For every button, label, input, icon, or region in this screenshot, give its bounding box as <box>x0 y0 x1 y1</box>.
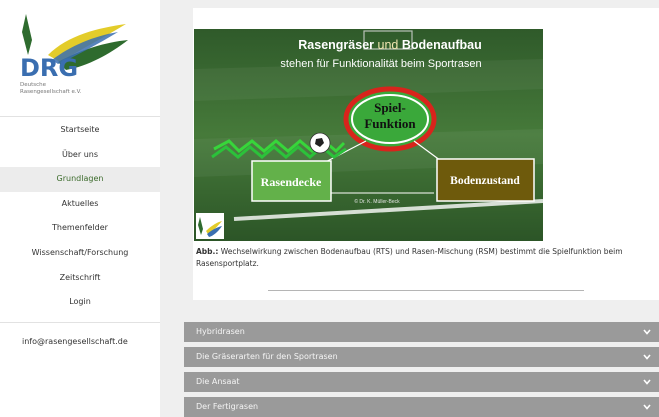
contact-email-link[interactable]: info@rasengesellschaft.de <box>22 337 128 346</box>
logo-org-line2: Rasengesellschaft e.V. <box>20 89 82 95</box>
logo-subtitle: Deutsche Rasengesellschaft e.V. <box>20 82 110 96</box>
accordion-hybridrasen[interactable]: Hybridrasen <box>184 322 659 342</box>
right-box-label: Bodenzustand <box>450 175 520 187</box>
sidebar: DRG Deutsche Rasengesellschaft e.V. Star… <box>0 0 160 417</box>
figure-image: Rasengräser und Bodenaufbau stehen für F… <box>194 29 543 241</box>
accordion-label: Hybridrasen <box>196 327 245 336</box>
accordion-graeserarten[interactable]: Die Gräserarten für den Sportrasen <box>184 347 659 367</box>
center-label-1: Spiel- <box>374 100 406 115</box>
accordion-ansaat[interactable]: Die Ansaat <box>184 372 659 392</box>
logo-mark: DRG <box>20 54 78 80</box>
menu-divider-bottom <box>0 322 160 323</box>
nav-item-login[interactable]: Login <box>0 290 160 315</box>
menu-divider-top <box>0 116 160 117</box>
content-divider <box>268 290 584 291</box>
main-nav: Startseite Über uns Grundlagen Aktuelles… <box>0 118 160 315</box>
figure-caption: Abb.: Wechselwirkung zwischen Bodenaufba… <box>196 246 656 270</box>
nav-item-wissenschaft-forschung[interactable]: Wissenschaft/Forschung <box>0 241 160 266</box>
figure-title-line2: stehen für Funktionalität beim Sportrase… <box>280 58 481 70</box>
accordion-label: Die Gräserarten für den Sportrasen <box>196 352 338 361</box>
left-box-label: Rasendecke <box>261 175 322 189</box>
chevron-down-icon <box>643 354 651 360</box>
caption-prefix: Abb.: <box>196 247 219 256</box>
nav-item-zeitschrift[interactable]: Zeitschrift <box>0 266 160 291</box>
accordion-label: Der Fertigrasen <box>196 402 259 411</box>
accordion-label: Die Ansaat <box>196 377 240 386</box>
chevron-down-icon <box>643 404 651 410</box>
nav-item-ueber-uns[interactable]: Über uns <box>0 143 160 168</box>
drg-logo[interactable]: DRG <box>18 10 133 82</box>
figure-title-line1: Rasengräser und Bodenaufbau <box>298 38 481 52</box>
chevron-down-icon <box>643 329 651 335</box>
logo-org-line1: Deutsche <box>20 82 47 88</box>
nav-item-grundlagen[interactable]: Grundlagen <box>0 167 160 192</box>
drg-logo-icon: DRG <box>20 14 128 82</box>
nav-item-aktuelles[interactable]: Aktuelles <box>0 192 160 217</box>
center-label-2: Funktion <box>364 116 416 131</box>
accordion-fertigrasen[interactable]: Der Fertigrasen <box>184 397 659 417</box>
caption-text: Wechselwirkung zwischen Bodenaufbau (RTS… <box>196 247 623 268</box>
nav-item-themenfelder[interactable]: Themenfelder <box>0 216 160 241</box>
chevron-down-icon <box>643 379 651 385</box>
nav-item-startseite[interactable]: Startseite <box>0 118 160 143</box>
figure-credit: © Dr. K. Müller-Beck <box>354 198 400 205</box>
